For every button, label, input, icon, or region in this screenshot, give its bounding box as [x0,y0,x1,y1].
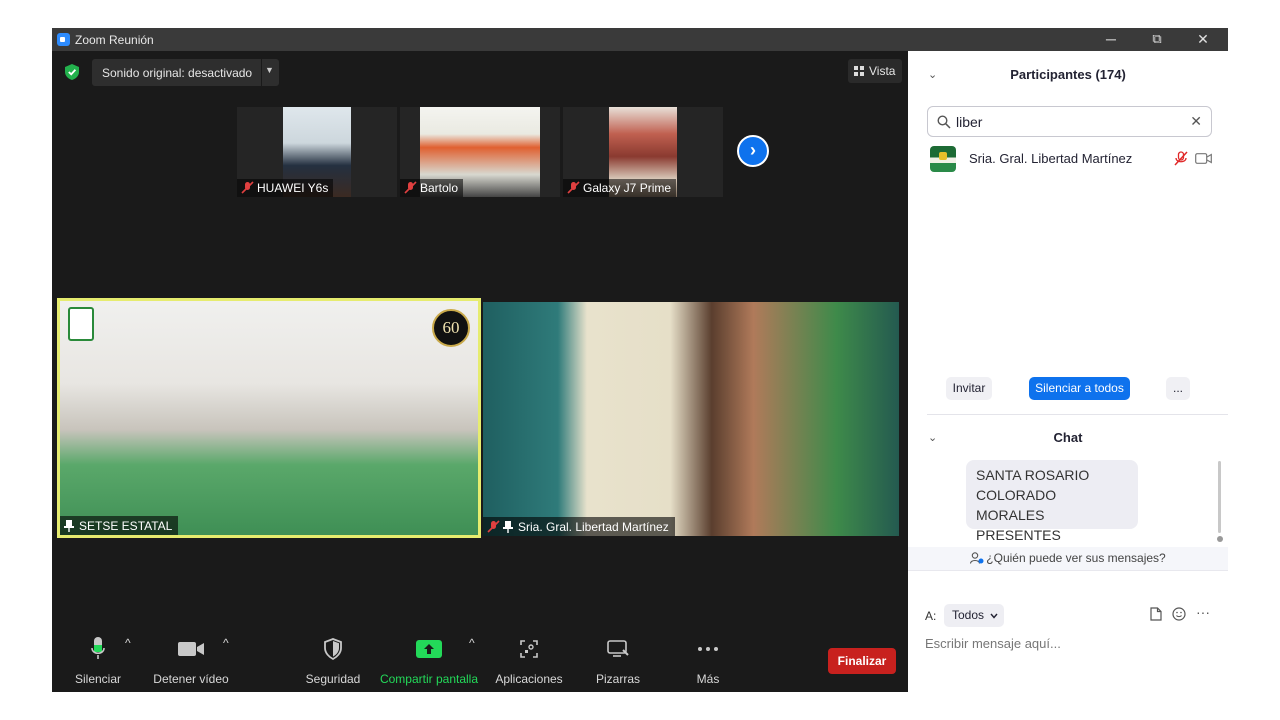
participant-name: Sria. Gral. Libertad Martínez [969,151,1133,166]
chevron-right-icon: › [750,140,756,160]
original-sound-label: Sonido original: desactivado [102,66,253,80]
pin-icon [64,520,74,532]
mic-muted-icon[interactable] [1174,151,1188,166]
security-shield-icon [324,638,342,660]
share-options-caret[interactable]: ^ [469,636,475,650]
chat-scrollbar[interactable] [1218,461,1221,533]
setse-logo [68,307,94,341]
end-meeting-button[interactable]: Finalizar [828,648,896,674]
participant-name-tag: Galaxy J7 Prime [563,179,677,197]
mute-button[interactable]: Silenciar [70,636,126,686]
chevron-down-icon[interactable]: ▼ [265,65,274,75]
stop-video-button[interactable]: Detener vídeo [152,636,230,686]
view-button[interactable]: Vista [848,59,902,83]
original-sound-button[interactable]: Sonido original: desactivado ▼ [92,59,279,86]
person-info-icon [970,552,984,564]
side-panel: ⌄ Participantes (174) liber ✕ Sria. Gral… [908,51,1228,692]
participant-thumbnail[interactable]: Bartolo [400,107,560,197]
clear-search-icon[interactable]: ✕ [1190,113,1202,130]
speaker-video-tile[interactable]: 60 SETSE ESTATAL [57,298,481,538]
participant-video [60,301,478,535]
share-screen-icon [416,640,442,658]
participant-name-tag: HUAWEI Y6s [237,179,334,197]
search-icon [937,115,951,129]
emoji-icon[interactable] [1172,607,1186,621]
apps-icon [520,640,538,658]
participant-thumbnail[interactable]: HUAWEI Y6s [237,107,397,197]
more-dots-icon [698,647,718,651]
participants-more-button[interactable]: ... [1166,377,1190,400]
chat-message-input[interactable]: Escribir mensaje aquí... [925,636,1061,651]
participant-search-input[interactable]: liber ✕ [927,106,1212,137]
share-screen-button[interactable]: Compartir pantalla [379,636,479,686]
apps-button[interactable]: Aplicaciones [492,636,566,686]
video-options-caret[interactable]: ^ [223,636,229,650]
chat-more-icon[interactable]: ··· [1196,604,1210,620]
next-page-button[interactable]: › [737,135,769,167]
avatar [930,146,956,172]
audio-options-caret[interactable]: ^ [125,636,131,650]
scroll-down-handle[interactable] [1217,536,1223,542]
minimize-button[interactable]: ─ [1088,29,1134,50]
who-can-see-messages[interactable]: ¿Quién puede ver sus mensajes? [908,547,1228,571]
video-stage: Sonido original: desactivado ▼ Vista HUA… [52,51,908,692]
view-label: Vista [869,64,896,78]
pin-icon [503,521,513,533]
whiteboards-button[interactable]: Pizarras [590,636,646,686]
zoom-window: Zoom Reunión ─ ⧉ ✕ Sonido original: desa… [52,28,1228,692]
chevron-down-icon [990,613,998,619]
video-camera-icon [178,642,204,656]
file-icon[interactable] [1150,607,1162,621]
security-button[interactable]: Seguridad [303,636,363,686]
chat-message: SANTA ROSARIO COLORADO MORALES PRESENTES [966,460,1138,543]
divider [261,59,262,86]
grid-view-icon [854,66,864,76]
video-camera-icon[interactable] [1195,153,1212,164]
title-bar: Zoom Reunión ─ ⧉ ✕ [52,28,1228,51]
recipient-label: A: [925,609,937,623]
whiteboard-icon [607,640,629,657]
mic-muted-icon [487,520,500,533]
mic-muted-icon [241,181,254,194]
mic-muted-icon [567,181,580,194]
meeting-toolbar: Silenciar ^ Detener vídeo ^ Seguridad Co… [52,628,908,692]
participant-list-item[interactable]: Sria. Gral. Libertad Martínez [930,146,1220,172]
participant-thumbnail[interactable]: Galaxy J7 Prime [563,107,723,197]
search-value: liber [956,114,983,130]
window-title: Zoom Reunión [75,33,154,47]
participant-name-tag: SETSE ESTATAL [60,516,179,535]
microphone-icon [91,637,105,659]
anniversary-60-logo: 60 [432,309,470,347]
mic-muted-icon [404,181,417,194]
divider [927,414,1228,415]
restore-button[interactable]: ⧉ [1134,29,1180,50]
participant-name-tag: Sria. Gral. Libertad Martínez [483,517,675,536]
mute-all-button[interactable]: Silenciar a todos [1029,377,1130,400]
more-button[interactable]: Más [688,636,728,686]
chat-header: Chat [1053,430,1083,445]
participant-video-tile[interactable]: Sria. Gral. Libertad Martínez [483,302,899,536]
close-button[interactable]: ✕ [1180,29,1226,50]
participant-video [483,302,899,536]
zoom-app-icon [57,33,70,46]
participant-name-tag: Bartolo [400,179,464,197]
participants-header: Participantes (174) [1010,67,1126,82]
recipient-select[interactable]: Todos [944,604,1004,627]
encryption-shield-icon[interactable] [65,64,79,80]
invite-button[interactable]: Invitar [946,377,992,400]
